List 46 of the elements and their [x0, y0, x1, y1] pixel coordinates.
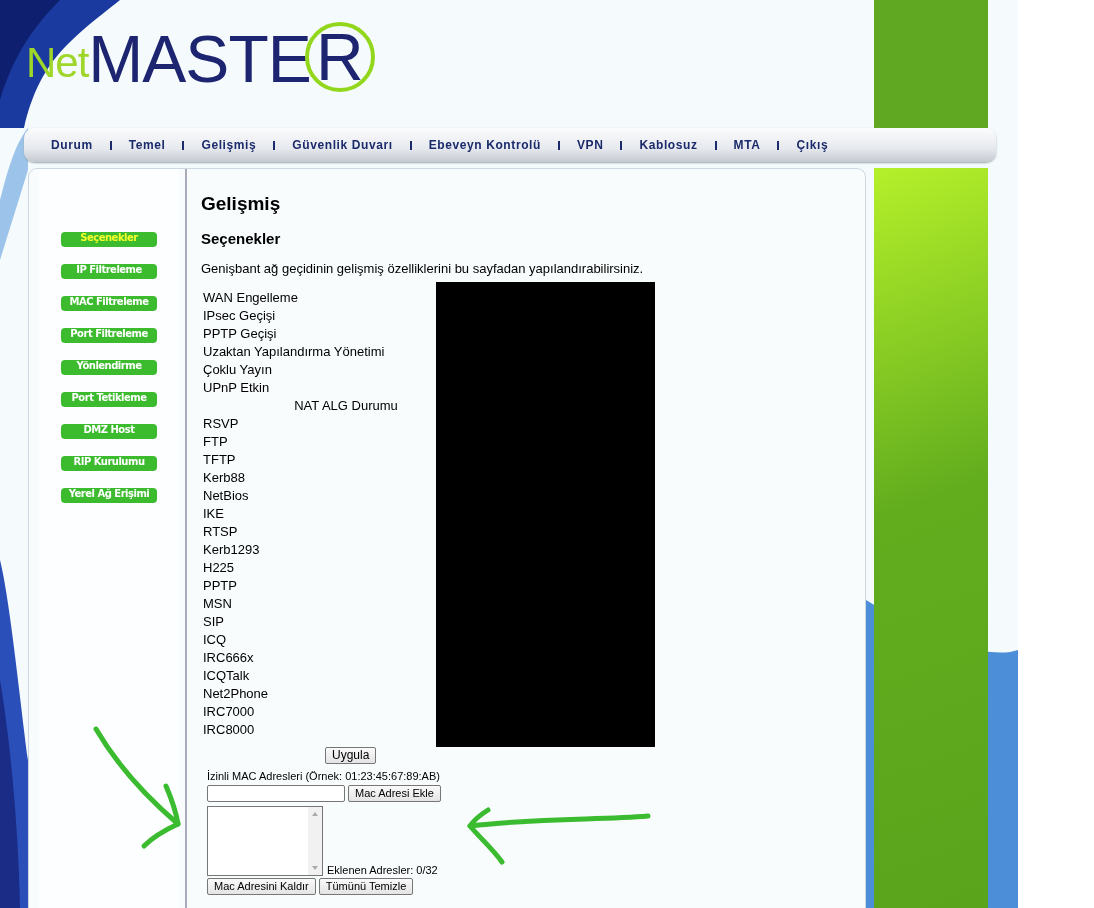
list-scrollbar[interactable]	[308, 807, 322, 875]
nav-link[interactable]: Kablosuz	[639, 136, 698, 154]
option-label: WAN Engelleme	[202, 289, 298, 307]
option-label: IRC666x	[202, 649, 254, 667]
apply-button[interactable]: Uygula	[325, 747, 377, 764]
option-label: NetBios	[202, 487, 249, 505]
page-title: Gelişmiş	[201, 193, 281, 216]
option-label: IPsec Geçişi	[202, 307, 276, 325]
option-label: PPTP Geçişi	[202, 325, 277, 343]
section-heading: NAT ALG Durumu	[294, 398, 398, 413]
option-label: FTP	[202, 433, 228, 451]
mac-address-field[interactable]	[207, 785, 345, 802]
option-label: Kerb88	[202, 469, 245, 487]
nav-link[interactable]: Temel	[128, 136, 166, 154]
remove-mac-button[interactable]: Mac Adresini Kaldır	[207, 878, 316, 895]
option-label: Kerb1293	[202, 541, 260, 559]
option-label: UPnP Etkin	[202, 379, 270, 397]
option-label: SIP	[202, 613, 224, 631]
nav-link[interactable]: Güvenlik Duvarı	[292, 136, 393, 154]
option-label: H225	[202, 559, 235, 577]
mac-list-label: İzinli MAC Adresleri (Örnek: 01:23:45:67:89:AB)	[207, 770, 440, 784]
option-label: IRC8000	[202, 721, 255, 739]
option-label: RSVP	[202, 415, 239, 433]
nav-link[interactable]: VPN	[576, 136, 604, 154]
option-label: TFTP	[202, 451, 236, 469]
option-label: Net2Phone	[202, 685, 269, 703]
nav-link[interactable]: Gelişmiş	[201, 136, 257, 154]
mac-address-list[interactable]	[207, 806, 323, 876]
option-label: ICQTalk	[202, 667, 250, 685]
option-label: ICQ	[202, 631, 227, 649]
nav-link[interactable]: Çıkış	[796, 136, 829, 154]
added-count: Eklenen Adresler: 0/32	[327, 864, 438, 876]
option-label: MSN	[202, 595, 232, 613]
nav-link[interactable]: Ebeveyn Kontrolü	[428, 136, 541, 154]
section-title: Seçenekler	[201, 230, 281, 247]
nav-link[interactable]: MTA	[733, 136, 761, 154]
option-label: RTSP	[202, 523, 238, 541]
clear-all-button[interactable]: Tümünü Temizle	[318, 878, 414, 895]
nav-link[interactable]: Durum	[51, 136, 93, 154]
option-label: IRC7000	[202, 703, 255, 721]
option-label: PPTP	[202, 577, 237, 595]
page-description: Genişbant ağ geçidinin gelişmiş özelliklerini bu sayfadan yapılandırabilirsiniz.	[201, 261, 644, 276]
option-label: Uzaktan Yapılandırma Yönetimi	[202, 343, 385, 361]
option-label: Çoklu Yayın	[202, 361, 272, 379]
add-mac-button[interactable]: Mac Adresi Ekle	[348, 785, 441, 802]
option-label: IKE	[202, 505, 224, 523]
